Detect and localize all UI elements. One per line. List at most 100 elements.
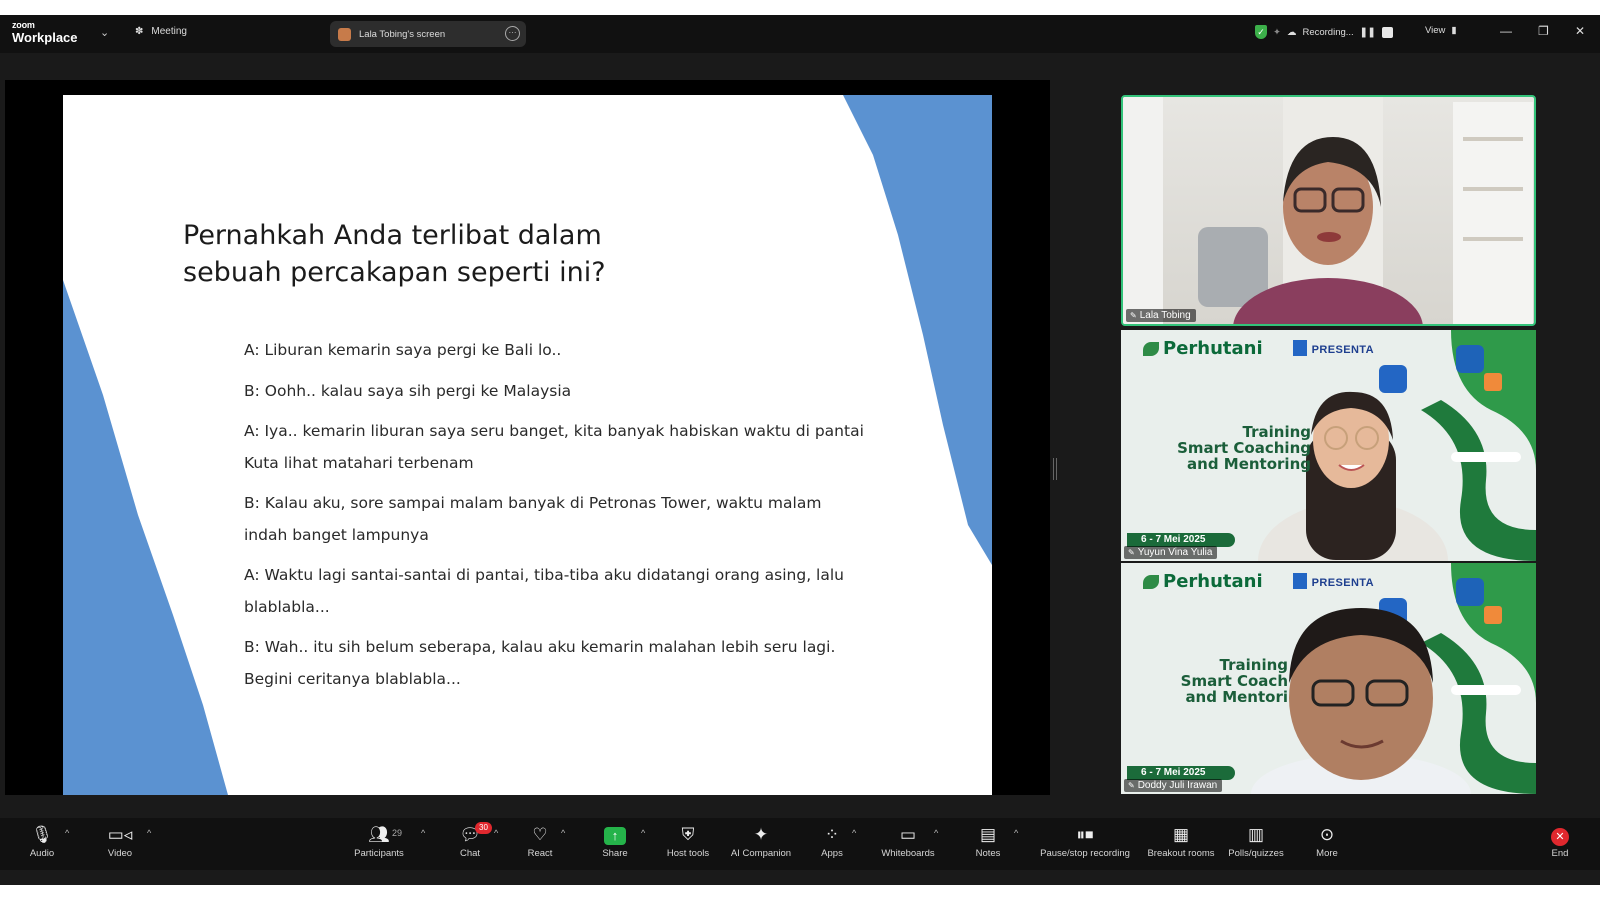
participants-count: 29 [392,828,403,838]
chevron-up-icon[interactable]: ^ [1014,828,1018,838]
chevron-up-icon[interactable]: ^ [494,828,498,838]
presenta-text: PRESENTA [1311,343,1374,356]
restore-icon[interactable]: ❐ [1538,24,1549,38]
participant-name-tag: ✎ Doddy Juli Irawan [1124,779,1223,792]
chevron-up-icon[interactable]: ^ [147,828,151,838]
presenta-logo-icon [1292,339,1307,356]
ellipsis-icon: ⊙ [1319,825,1335,844]
share-button[interactable]: ↑ Share [580,822,650,859]
status-group: ✓ ✦ ☁ Recording... ❚❚ [1255,25,1393,39]
react-label: React [527,848,553,859]
close-icon: ✕ [1551,828,1569,846]
view-menu[interactable]: View ▮ [1425,25,1457,36]
chevron-up-icon[interactable]: ^ [65,828,69,838]
top-bar: zoom Workplace ⌄ ✽ Meeting Lala Tobing's… [0,15,1600,53]
logo-top-text: zoom [12,20,35,30]
ai-companion-button[interactable]: ✦ AI Companion [725,822,797,859]
participant-name: Yuyun Vina Yulia [1137,547,1213,558]
breakout-rooms-label: Breakout rooms [1147,848,1215,859]
resize-handle[interactable] [1053,458,1057,480]
video-tile-doddy[interactable]: Perhutani PRESENTA Training Smart Coach … [1121,563,1536,794]
sponsor-brand: Perhutani PRESENTA [1143,571,1374,592]
whiteboards-label: Whiteboards [881,848,935,859]
shared-screen-pill[interactable]: Lala Tobing's screen ··· [330,21,526,47]
pause-recording-label: Pause/stop recording [1040,848,1130,859]
pin-icon: ✎ [1128,781,1135,790]
paw-icon: ✽ [135,26,144,37]
chevron-up-icon[interactable]: ^ [561,828,565,838]
bottom-toolbar: 🎙︎ Audio ^ ▭◃ Video ^ 👥︎ Participants 29… [0,818,1600,870]
apps-label: Apps [821,848,843,859]
zoom-logo[interactable]: zoom Workplace [12,20,78,45]
pause-icon: ⏸⏹ [1076,825,1094,844]
notes-icon: ▤ [979,825,997,844]
shield-icon[interactable]: ✓ [1255,25,1267,39]
shield-icon: ⛨ [681,825,695,844]
meeting-label: Meeting [151,26,187,37]
dialogue-line: B: Kalau aku, sore sampai malam banyak d… [244,494,822,544]
participant-name: Lala Tobing [1139,310,1191,321]
grid-icon: ▦ [1172,825,1190,844]
video-tile-yuyun[interactable]: Perhutani PRESENTA Training Smart Coachi… [1121,330,1536,561]
training-line: Smart Coach [1180,672,1288,690]
breakout-rooms-button[interactable]: ▦ Breakout rooms [1143,822,1219,859]
view-label: View [1425,25,1446,36]
chevron-down-icon[interactable]: ⌄ [100,26,109,39]
pin-icon: ✎ [1128,548,1135,557]
dialogue-line: B: Oohh.. kalau saya sih pergi ke Malays… [244,381,572,400]
dialogue-line: A: Iya.. kemarin liburan saya seru bange… [244,422,864,472]
participant-name-tag: ✎ Yuyun Vina Yulia [1124,546,1218,559]
minimize-icon[interactable]: — [1500,24,1512,38]
pin-icon: ✎ [1130,311,1137,320]
apps-icon: ⁘ [824,825,840,844]
ellipsis-icon[interactable]: ··· [505,26,520,41]
presentation-slide: Pernahkah Anda terlibat dalam sebuah per… [63,95,992,795]
pause-icon[interactable]: ❚❚ [1360,27,1376,38]
perhutani-text: Perhutani [1163,338,1263,359]
people-icon: 👥︎ [368,825,390,844]
close-icon[interactable]: ✕ [1575,24,1585,38]
chevron-up-icon[interactable]: ^ [421,828,425,838]
slide-title-line1: Pernahkah Anda terlibat dalam [183,220,602,251]
sparkle-icon[interactable]: ✦ [1273,27,1281,38]
host-tools-label: Host tools [666,848,710,859]
stop-icon[interactable] [1381,26,1393,38]
dialogue-line: B: Wah.. itu sih belum seberapa, kalau a… [244,638,836,688]
slide-accent-shape [843,95,992,565]
meeting-menu[interactable]: ✽ Meeting [135,26,187,37]
polls-button[interactable]: ▥ Polls/quizzes [1221,822,1291,859]
more-button[interactable]: ⊙ More [1292,822,1362,859]
notes-button[interactable]: ▤ Notes [953,822,1023,859]
perhutani-logo-icon [1143,575,1159,589]
participants-button[interactable]: 👥︎ Participants [343,822,415,859]
dialogue-line: A: Waktu lagi santai-santai di pantai, t… [244,566,844,616]
presenta-text: PRESENTA [1311,576,1374,589]
participant-video [1123,97,1533,324]
event-date: 6 - 7 Mei 2025 [1127,533,1235,547]
sponsor-brand: Perhutani PRESENTA [1143,338,1374,359]
chevron-up-icon[interactable]: ^ [852,828,856,838]
slide-dialogue: A: Liburan kemarin saya pergi ke Bali lo… [244,335,864,704]
slide-title: Pernahkah Anda terlibat dalam sebuah per… [183,217,743,291]
video-label: Video [107,848,133,859]
chevron-up-icon[interactable]: ^ [934,828,938,838]
audio-label: Audio [29,848,55,859]
chat-badge: 30 [475,822,492,834]
pause-recording-button[interactable]: ⏸⏹ Pause/stop recording [1035,822,1135,859]
view-icon: ▮ [1451,25,1457,36]
training-line: and Mentori [1185,688,1288,706]
perhutani-logo-icon [1143,342,1159,356]
dialogue-line: A: Liburan kemarin saya pergi ke Bali lo… [244,341,562,359]
video-button[interactable]: ▭◃ Video [85,822,155,859]
end-button[interactable]: ✕ End [1525,822,1595,859]
polls-label: Polls/quizzes [1228,848,1284,859]
training-title: Training Smart Coaching and Mentoring [1177,424,1311,472]
host-tools-button[interactable]: ⛨ Host tools [653,822,723,859]
apps-button[interactable]: ⁘ Apps [797,822,867,859]
participant-name: Doddy Juli Irawan [1137,780,1218,791]
chevron-up-icon[interactable]: ^ [641,828,645,838]
sparkle-icon: ✦ [753,825,769,844]
participant-name-tag: ✎ Lala Tobing [1126,309,1196,322]
video-tile-lala-tobing[interactable]: ✎ Lala Tobing [1121,95,1536,326]
more-label: More [1316,848,1338,859]
